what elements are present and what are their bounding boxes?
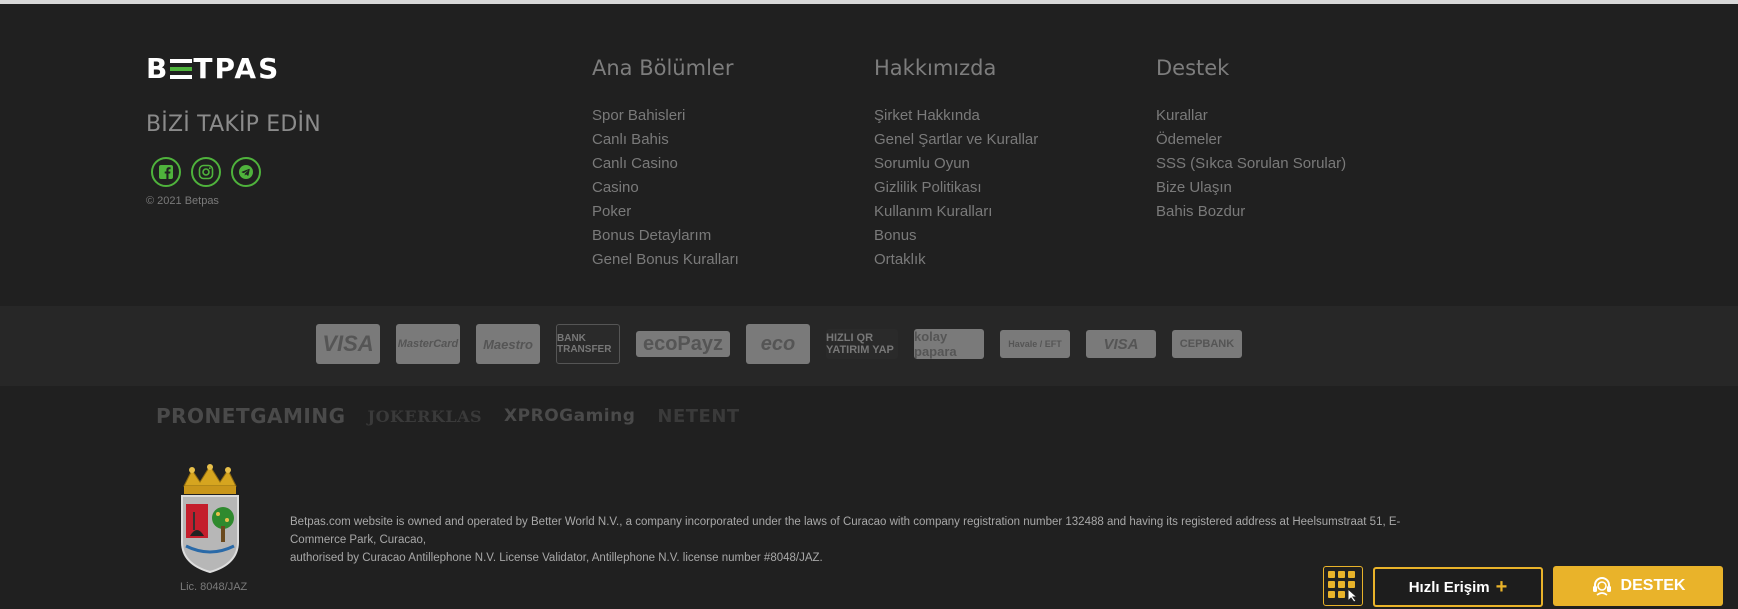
footer-link[interactable]: Bize Ulaşın	[1156, 176, 1346, 200]
payment-logo-papara: kolay papara	[914, 329, 984, 359]
payment-logo-mastercard: MasterCard	[396, 324, 460, 364]
footer-link[interactable]: Bahis Bozdur	[1156, 200, 1346, 224]
payment-logo-eco: eco	[746, 324, 810, 364]
footer-link[interactable]: Genel Şartlar ve Kurallar	[874, 128, 1038, 152]
footer-link[interactable]: SSS (Sıkca Sorulan Sorular)	[1156, 152, 1346, 176]
facebook-link[interactable]	[151, 157, 181, 187]
payment-logo-havale-eft: Havale / EFT	[1000, 330, 1070, 358]
column-title: Hakkımızda	[874, 56, 997, 80]
apps-grid-button[interactable]	[1323, 566, 1363, 606]
footer-link[interactable]: Bonus	[874, 224, 1038, 248]
footer-link[interactable]: Casino	[592, 176, 739, 200]
legal-text: Betpas.com website is owned and operated…	[290, 513, 1440, 567]
footer-main	[0, 4, 1738, 306]
social-links	[151, 157, 261, 187]
instagram-icon	[198, 164, 214, 180]
provider-logo-pronetgaming: PRONETGAMING	[156, 404, 346, 428]
copyright-text: © 2021 Betpas	[146, 195, 219, 207]
column-title: Destek	[1156, 56, 1230, 80]
provider-logo-jokerklas: JOKERKLAS	[367, 406, 483, 426]
betpas-logo[interactable]: B TPAS	[146, 52, 280, 85]
footer-link[interactable]: Kullanım Kuralları	[874, 200, 1038, 224]
legal-line: Betpas.com website is owned and operated…	[290, 516, 1401, 546]
footer-link[interactable]: Ödemeler	[1156, 128, 1346, 152]
payment-logo-bank-transfer: BANK TRANSFER	[556, 324, 620, 364]
legal-line: authorised by Curacao Antillephone N.V. …	[290, 552, 823, 564]
headset-icon	[1592, 577, 1611, 596]
logo-e-mark	[170, 59, 193, 79]
payment-logo-hizli-qr: HIZLI QR YATIRIM YAP	[826, 329, 898, 359]
grid-icon	[1328, 571, 1359, 603]
instagram-link[interactable]	[191, 157, 221, 187]
payment-logo-maestro: Maestro	[476, 324, 540, 364]
support-button[interactable]: DESTEK	[1553, 566, 1723, 606]
provider-logo-netent: NETENT	[657, 405, 740, 427]
footer-link[interactable]: Spor Bahisleri	[592, 104, 739, 128]
footer-link[interactable]: Şirket Hakkında	[874, 104, 1038, 128]
provider-logo-xprogaming: XPROGaming	[504, 406, 636, 426]
support-label: DESTEK	[1620, 577, 1686, 594]
footer-column-main-sections: Ana Bölümler Spor Bahisleri Canlı Bahis …	[592, 56, 739, 272]
license-number: Lic. 8048/JAZ	[180, 581, 248, 593]
payment-logo-cepbank: CEPBANK	[1172, 330, 1242, 358]
curacao-seal-icon	[181, 464, 239, 574]
telegram-icon	[239, 165, 253, 179]
footer-link[interactable]: Bonus Detaylarım	[592, 224, 739, 248]
facebook-icon	[159, 165, 173, 179]
footer-column-support: Destek Kurallar Ödemeler SSS (Sıkca Soru…	[1156, 56, 1346, 224]
footer-link[interactable]: Poker	[592, 200, 739, 224]
footer-link[interactable]: Gizlilik Politikası	[874, 176, 1038, 200]
plus-icon: +	[1495, 576, 1508, 598]
footer-link[interactable]: Kurallar	[1156, 104, 1346, 128]
payment-logo-ecopayz: ecoPayz	[636, 331, 730, 357]
footer-link[interactable]: Sorumlu Oyun	[874, 152, 1038, 176]
telegram-link[interactable]	[231, 157, 261, 187]
footer-link[interactable]: Genel Bonus Kuralları	[592, 248, 739, 272]
quick-access-button[interactable]: Hızlı Erişim +	[1373, 567, 1543, 607]
follow-us-title: BİZİ TAKİP EDİN	[146, 112, 321, 137]
column-title: Ana Bölümler	[592, 56, 734, 80]
footer-link[interactable]: Canlı Casino	[592, 152, 739, 176]
footer-link[interactable]: Ortaklık	[874, 248, 1038, 272]
footer-link[interactable]: Canlı Bahis	[592, 128, 739, 152]
footer-column-about: Hakkımızda Şirket Hakkında Genel Şartlar…	[874, 56, 1038, 272]
payment-logo-visa: VISA	[316, 324, 380, 364]
game-providers: PRONETGAMING JOKERKLAS XPROGaming NETENT	[156, 404, 740, 428]
payment-logo-visa-mastercard: VISA	[1086, 330, 1156, 358]
quick-access-label: Hızlı Erişim	[1408, 578, 1490, 596]
payment-methods: VISA MasterCard Maestro BANK TRANSFER ec…	[316, 324, 1242, 364]
